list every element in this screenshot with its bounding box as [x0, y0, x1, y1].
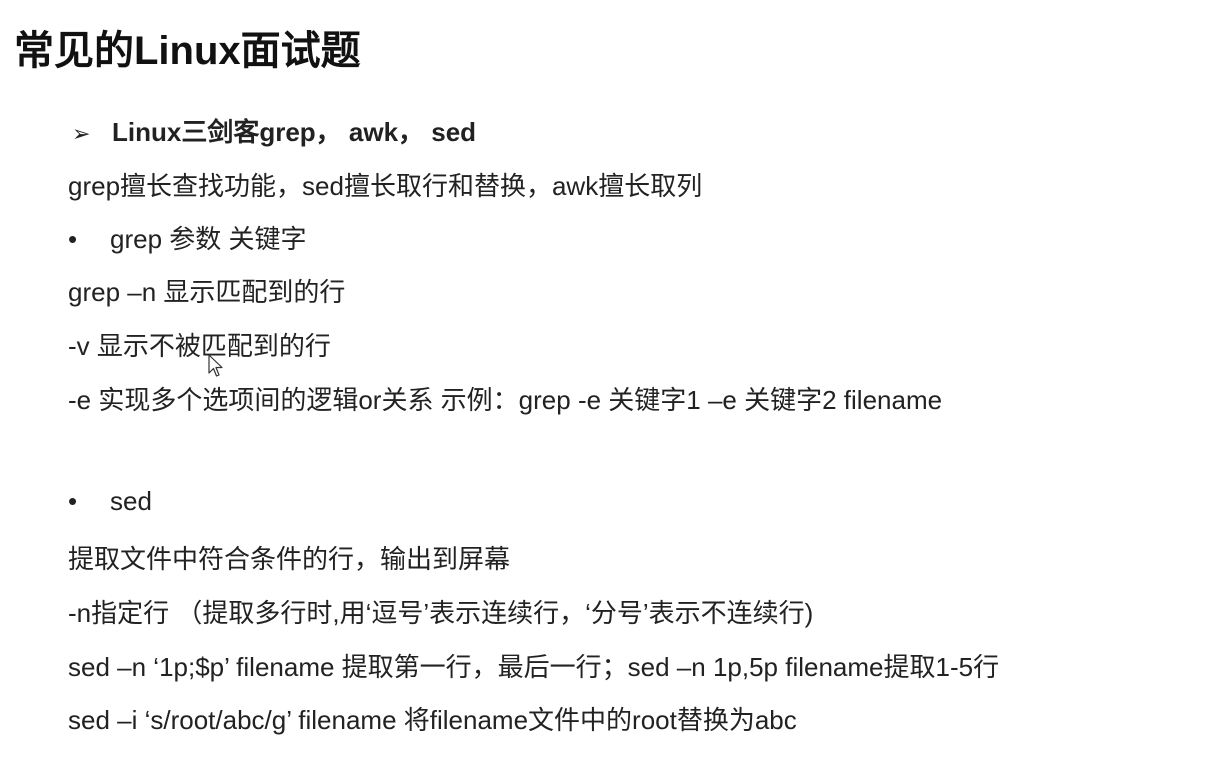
bullet-dot-icon: • — [68, 486, 78, 516]
sed-bullet-line: • sed — [68, 486, 152, 517]
slide: 常见的Linux面试题 ➢ Linux三剑客grep， awk， sed grep… — [0, 0, 1210, 770]
grep-bullet-line: • grep 参数 关键字 — [68, 219, 307, 256]
heading-text: Linux三剑客grep， awk， sed — [112, 117, 477, 147]
slide-title: 常见的Linux面试题 — [14, 29, 361, 73]
arrow-bullet-icon: ➢ — [72, 121, 91, 146]
summary-text: grep擅长查找功能，sed擅长取行和替换，awk擅长取列 — [68, 171, 703, 201]
grep-option-line: -v 显示不被匹配到的行 — [68, 331, 331, 361]
sed-description-line: -n指定行 （提取多行时,用‘逗号’表示连续行，‘分号’表示不连续行) — [68, 598, 814, 628]
sed-description-line: 提取文件中符合条件的行，输出到屏幕 — [68, 544, 511, 574]
heading-line: ➢ Linux三剑客grep， awk， sed — [72, 112, 476, 149]
sed-section-title: sed — [110, 486, 152, 516]
grep-section-title: grep 参数 关键字 — [110, 224, 307, 254]
grep-option-line: -e 实现多个选项间的逻辑or关系 示例：grep -e 关键字1 –e 关键字… — [68, 385, 943, 415]
mouse-pointer-icon — [208, 354, 223, 377]
bullet-dot-icon: • — [68, 224, 78, 254]
sed-example-line: sed –i ‘s/root/abc/g’ filename 将filename… — [68, 705, 797, 735]
grep-option-line: grep –n 显示匹配到的行 — [68, 277, 346, 307]
sed-example-line: sed –n ‘1p;$p’ filename 提取第一行，最后一行；sed –… — [68, 652, 1000, 682]
